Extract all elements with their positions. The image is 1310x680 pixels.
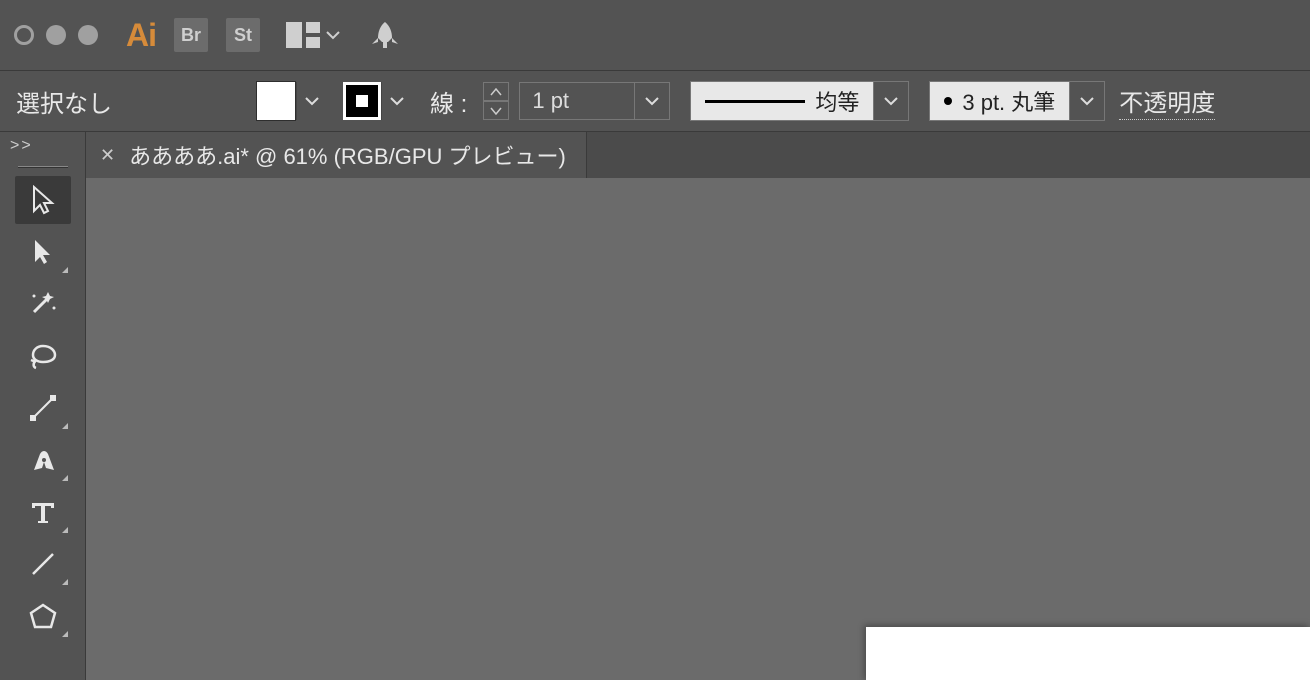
selection-tool[interactable] [15,176,71,224]
flyout-indicator-icon [62,579,68,585]
brush-dot-icon [944,97,952,105]
artboard[interactable] [866,627,1310,680]
line-icon [29,550,57,578]
stock-button[interactable]: St [226,18,260,52]
magic-wand-tool[interactable] [15,280,71,328]
arrange-documents-button[interactable] [286,22,340,48]
stroke-weight-stepper[interactable] [483,82,509,120]
type-icon [30,499,56,525]
window-controls [14,25,98,45]
chevron-down-icon [305,96,319,106]
panel-grip[interactable] [0,160,85,174]
shape-tool[interactable] [15,592,71,640]
chevron-down-icon [1080,96,1094,106]
lasso-tool[interactable] [15,332,71,380]
selection-tool-icon [30,185,56,215]
polygon-icon [28,602,58,630]
opacity-label[interactable]: 不透明度 [1119,83,1215,120]
fill-swatch[interactable] [256,81,296,121]
profile-label: 均等 [815,85,859,117]
flyout-indicator-icon [62,475,68,481]
lasso-icon [27,342,59,370]
caret-down-icon [490,107,502,115]
document-tab-title: ああああ.ai* @ 61% (RGB/GPU プレビュー) [129,139,566,171]
chevron-down-icon [390,96,404,106]
fill-dropdown[interactable] [296,82,327,120]
variable-width-profile[interactable]: 均等 [690,81,909,121]
app-logo: Ai [126,17,156,54]
line-segment-tool[interactable] [15,540,71,588]
close-window-button[interactable] [14,25,34,45]
flyout-indicator-icon [62,267,68,273]
brush-label: 3 pt. 丸筆 [962,85,1055,117]
brush-definition[interactable]: 3 pt. 丸筆 [929,81,1105,121]
bridge-button[interactable]: Br [174,18,208,52]
control-bar: 選択なし 線 : 1 pt 均等 [0,71,1310,132]
minimize-window-button[interactable] [46,25,66,45]
chevron-down-icon [884,96,898,106]
stepper-up-button[interactable] [483,82,509,101]
chevron-down-icon [326,30,340,40]
profile-display[interactable]: 均等 [690,81,874,121]
panel-expand-button[interactable]: >> [0,132,85,160]
rocket-icon [368,20,402,50]
magic-wand-icon [28,290,58,318]
pen-nib-icon [28,446,58,474]
stroke-control[interactable] [337,82,412,120]
tools-panel: >> [0,132,86,680]
stroke-dropdown[interactable] [381,82,412,120]
direct-selection-tool[interactable] [15,228,71,276]
workspace: >> [0,132,1310,680]
brush-display[interactable]: 3 pt. 丸筆 [929,81,1070,121]
stroke-swatch[interactable] [343,82,381,120]
document-tab-row: ✕ ああああ.ai* @ 61% (RGB/GPU プレビュー) [86,132,1310,178]
flyout-indicator-icon [62,423,68,429]
stroke-weight-dropdown[interactable] [635,82,670,120]
document-tab[interactable]: ✕ ああああ.ai* @ 61% (RGB/GPU プレビュー) [86,132,587,178]
stroke-label: 線 : [430,84,467,119]
chevron-down-icon [645,96,659,106]
curvature-tool[interactable] [15,436,71,484]
arrange-documents-icon [286,22,320,48]
profile-dropdown[interactable] [874,81,909,121]
type-tool[interactable] [15,488,71,536]
stepper-down-button[interactable] [483,101,509,120]
direct-selection-tool-icon [31,238,55,266]
titlebar: Ai Br St [0,0,1310,71]
caret-up-icon [490,88,502,96]
pen-anchor-icon [29,394,57,422]
flyout-indicator-icon [62,631,68,637]
stroke-weight-value[interactable]: 1 pt [519,82,635,120]
stroke-weight-field[interactable]: 1 pt [519,82,670,120]
profile-line-icon [705,100,805,103]
gpu-performance-button[interactable] [368,20,402,50]
pen-tool[interactable] [15,384,71,432]
canvas-area[interactable]: ✕ ああああ.ai* @ 61% (RGB/GPU プレビュー) [86,132,1310,680]
maximize-window-button[interactable] [78,25,98,45]
selection-status-label: 選択なし [16,84,246,119]
brush-dropdown[interactable] [1070,81,1105,121]
close-tab-button[interactable]: ✕ [100,145,115,166]
flyout-indicator-icon [62,527,68,533]
fill-control[interactable] [256,81,327,121]
